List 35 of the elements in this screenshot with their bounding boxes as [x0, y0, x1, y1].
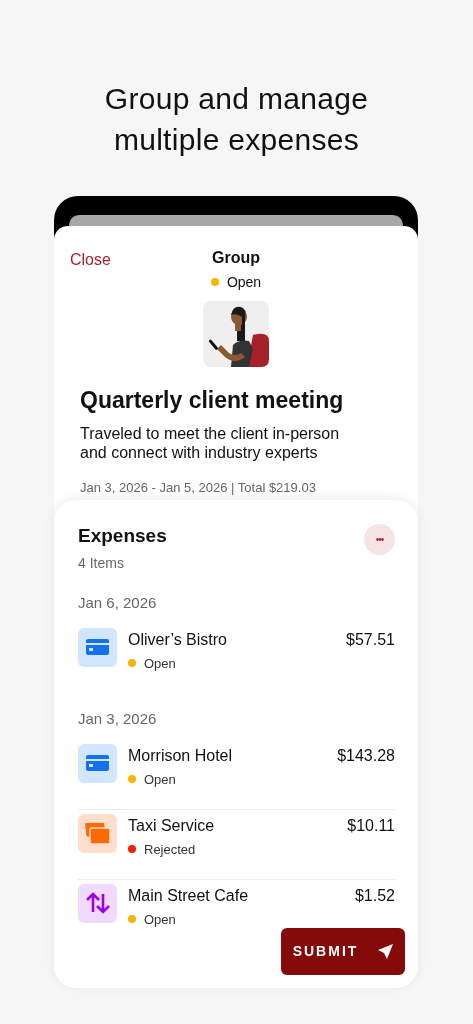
send-icon: [378, 944, 394, 959]
status-label: Open: [144, 771, 176, 787]
expense-name: Oliver’s Bistro: [128, 629, 227, 650]
expense-row[interactable]: Taxi Service Rejected $10.11: [78, 809, 395, 880]
credit-card-icon: [86, 755, 109, 771]
sheet-title: Group: [212, 248, 260, 268]
expense-amount: $1.52: [354, 885, 395, 906]
expense-name: Morrison Hotel: [128, 745, 233, 766]
credit-card-icon: [86, 639, 109, 655]
expense-amount: $10.11: [347, 815, 395, 836]
status-label: Open: [144, 911, 176, 927]
status-label: Open: [144, 655, 176, 671]
expense-row[interactable]: Oliver’s Bistro Open $57.51: [78, 623, 395, 694]
group-title: Quarterly client meeting: [80, 386, 345, 415]
cards-icon: [85, 822, 110, 844]
group-description: Traveled to meet the client in-person and connect with industry experts: [80, 423, 341, 462]
more-button[interactable]: •••: [364, 524, 395, 555]
submit-button[interactable]: SUBMIT: [281, 928, 405, 975]
swap-arrows-icon: [85, 892, 110, 914]
group-summary: Jan 3, 2026 - Jan 5, 2026 | Total $219.03: [80, 478, 317, 497]
expense-amount: $143.28: [337, 745, 395, 766]
expenses-title: Expenses: [78, 524, 167, 548]
expense-name: Taxi Service: [128, 815, 215, 836]
status-label: Rejected: [144, 841, 196, 857]
expense-row[interactable]: Main Street Cafe Open $1.52: [78, 879, 395, 929]
item-count: 4 Items: [78, 553, 125, 573]
date-heading: Jan 6, 2026: [78, 592, 158, 613]
person-drawing: [203, 301, 269, 367]
expense-row[interactable]: Morrison Hotel Open $143.28: [78, 739, 395, 810]
expense-name: Main Street Cafe: [128, 885, 249, 906]
status-label: Open: [226, 274, 262, 290]
expense-amount: $57.51: [346, 629, 395, 650]
headline: Group and manage multiple expenses: [103, 81, 370, 158]
date-heading: Jan 3, 2026: [78, 708, 158, 729]
close-link[interactable]: Close: [70, 248, 111, 272]
